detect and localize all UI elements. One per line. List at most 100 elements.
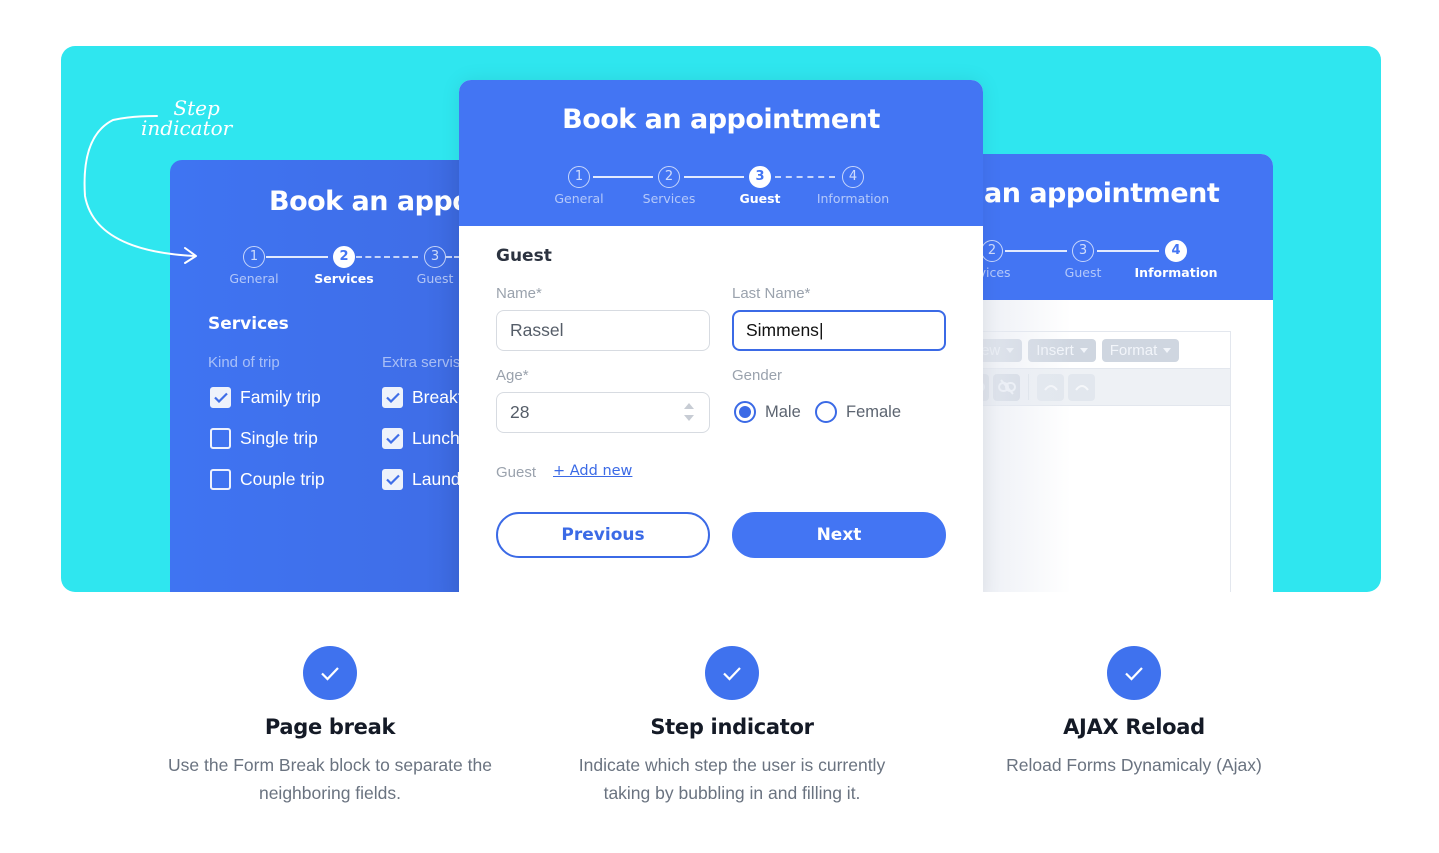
stepper-up-icon[interactable] [684, 403, 694, 409]
section-title: Guest [496, 246, 552, 266]
unlink-icon[interactable] [993, 373, 1020, 401]
step-number: 1 [243, 246, 265, 268]
feature-title: AJAX Reload [1063, 715, 1205, 739]
age-stepper[interactable] [684, 403, 694, 421]
editor-menu-insert[interactable]: Insert [1028, 338, 1096, 362]
step-general[interactable]: 1 General [534, 166, 624, 206]
annotation-line: indicator [141, 116, 233, 140]
step-label: Guest [416, 271, 454, 286]
extra-services-label: Extra servis [382, 354, 461, 371]
feature-description: Reload Forms Dynamicaly (Ajax) [1006, 755, 1262, 775]
form-title: an appointment [984, 178, 1220, 209]
step-number: 2 [981, 240, 1003, 262]
form-title: Book an appointment [562, 104, 880, 135]
checkbox-label: Family trip [240, 387, 321, 407]
radio-unselected-icon[interactable] [815, 401, 837, 423]
checkbox-family-trip[interactable]: Family trip [210, 387, 321, 408]
step-number: 3 [749, 166, 771, 188]
step-label: General [554, 191, 604, 206]
editor-menubar: View Insert Format [961, 332, 1230, 368]
checkbox-lunch[interactable]: Lunch [382, 428, 460, 449]
feature-ajax-reload: AJAX Reload Reload Forms Dynamicaly (Aja… [934, 646, 1334, 779]
checkbox-checked-icon[interactable] [382, 469, 403, 490]
radio-selected-icon[interactable] [734, 401, 756, 423]
form-card-guest-step: Book an appointment 1 General 2 Services… [459, 80, 983, 592]
feature-step-indicator: Step indicator Indicate which step the u… [532, 646, 932, 807]
add-new-guest-link[interactable]: + Add new [553, 463, 632, 479]
previous-button[interactable]: Previous [496, 512, 710, 558]
step-label: Information [1134, 265, 1218, 280]
age-input-wrapper[interactable]: 28 [496, 392, 710, 433]
editor-menu-format[interactable]: Format [1101, 338, 1180, 362]
undo-icon[interactable] [1037, 373, 1064, 401]
feature-title: Step indicator [650, 715, 814, 739]
checkbox-checked-icon[interactable] [210, 387, 231, 408]
step-services[interactable]: 2 Services [299, 246, 389, 286]
checkbox-checked-icon[interactable] [382, 387, 403, 408]
redo-icon[interactable] [1068, 373, 1095, 401]
feature-description: Indicate which step the user is currentl… [578, 755, 886, 803]
section-title: Services [208, 314, 289, 334]
radio-label: Female [846, 402, 902, 421]
step-guest[interactable]: 3 Guest [390, 246, 470, 286]
annotation-line: Step [173, 96, 220, 120]
step-guest[interactable]: 3 Guest [1038, 240, 1128, 280]
checkbox-laundry[interactable]: Laund [382, 469, 461, 490]
step-general[interactable]: 1 General [209, 246, 299, 286]
name-input[interactable]: Rassel [496, 310, 710, 351]
last-name-input[interactable]: Simmens [732, 310, 946, 351]
stepper-down-icon[interactable] [684, 415, 694, 421]
checkbox-label: Couple trip [240, 469, 325, 489]
step-indicator: 1 General 2 Services 3 Guest 4 Informati… [459, 166, 983, 210]
step-label: Information [816, 191, 890, 206]
checkbox-label: Lunch [412, 428, 460, 448]
checkbox-empty-icon[interactable] [210, 428, 231, 449]
checkbox-checked-icon[interactable] [382, 428, 403, 449]
next-button[interactable]: Next [732, 512, 946, 558]
step-number: 3 [1072, 240, 1094, 262]
step-number: 1 [568, 166, 590, 188]
caret-down-icon [1163, 347, 1172, 353]
toolbar-divider [1028, 374, 1029, 400]
step-label: Services [314, 271, 374, 286]
checkbox-breakfast[interactable]: Breakf [382, 387, 463, 408]
step-indicator: 1 General 2 Services 3 Guest [170, 246, 470, 290]
gender-label: Gender [732, 367, 783, 384]
step-number: 3 [424, 246, 446, 268]
step-label: Services [642, 191, 696, 206]
step-number: 2 [658, 166, 680, 188]
editor-toolbar [961, 368, 1230, 406]
form-title: Book an appointment [269, 186, 470, 217]
checkbox-label: Single trip [240, 428, 318, 448]
step-indicator: 2 rvices 3 Guest 4 Information [961, 240, 1273, 284]
step-number: 4 [842, 166, 864, 188]
guest-label: Guest [496, 464, 537, 481]
step-services[interactable]: 2 Services [624, 166, 714, 206]
check-icon [705, 646, 759, 700]
step-information[interactable]: 4 Information [1131, 240, 1221, 280]
step-number: 4 [1165, 240, 1187, 262]
step-label: Guest [1064, 265, 1102, 280]
checkbox-label: Breakf [412, 387, 463, 407]
kind-of-trip-label: Kind of trip [208, 354, 280, 371]
check-icon [1107, 646, 1161, 700]
checkbox-single-trip[interactable]: Single trip [210, 428, 318, 449]
step-label: General [229, 271, 279, 286]
step-number: 2 [333, 246, 355, 268]
checkbox-empty-icon[interactable] [210, 469, 231, 490]
age-input[interactable]: 28 [496, 392, 710, 433]
checkbox-label: Laund [412, 469, 461, 489]
radio-female[interactable]: Female [815, 401, 901, 423]
feature-title: Page break [264, 715, 396, 739]
feature-description: Use the Form Break block to separate the… [168, 755, 492, 803]
check-icon [303, 646, 357, 700]
form-card-services-step: Book an appointment 1 General 2 Services… [170, 160, 470, 592]
caret-down-icon [1079, 347, 1088, 353]
step-guest[interactable]: 3 Guest [715, 166, 805, 206]
name-label: Name* [496, 285, 542, 302]
step-information[interactable]: 4 Information [808, 166, 898, 206]
radio-male[interactable]: Male [734, 401, 801, 423]
last-name-label: Last Name* [732, 285, 811, 302]
checkbox-couple-trip[interactable]: Couple trip [210, 469, 325, 490]
form-card-information-step: an appointment 2 rvices 3 Guest 4 Inform… [961, 154, 1273, 592]
